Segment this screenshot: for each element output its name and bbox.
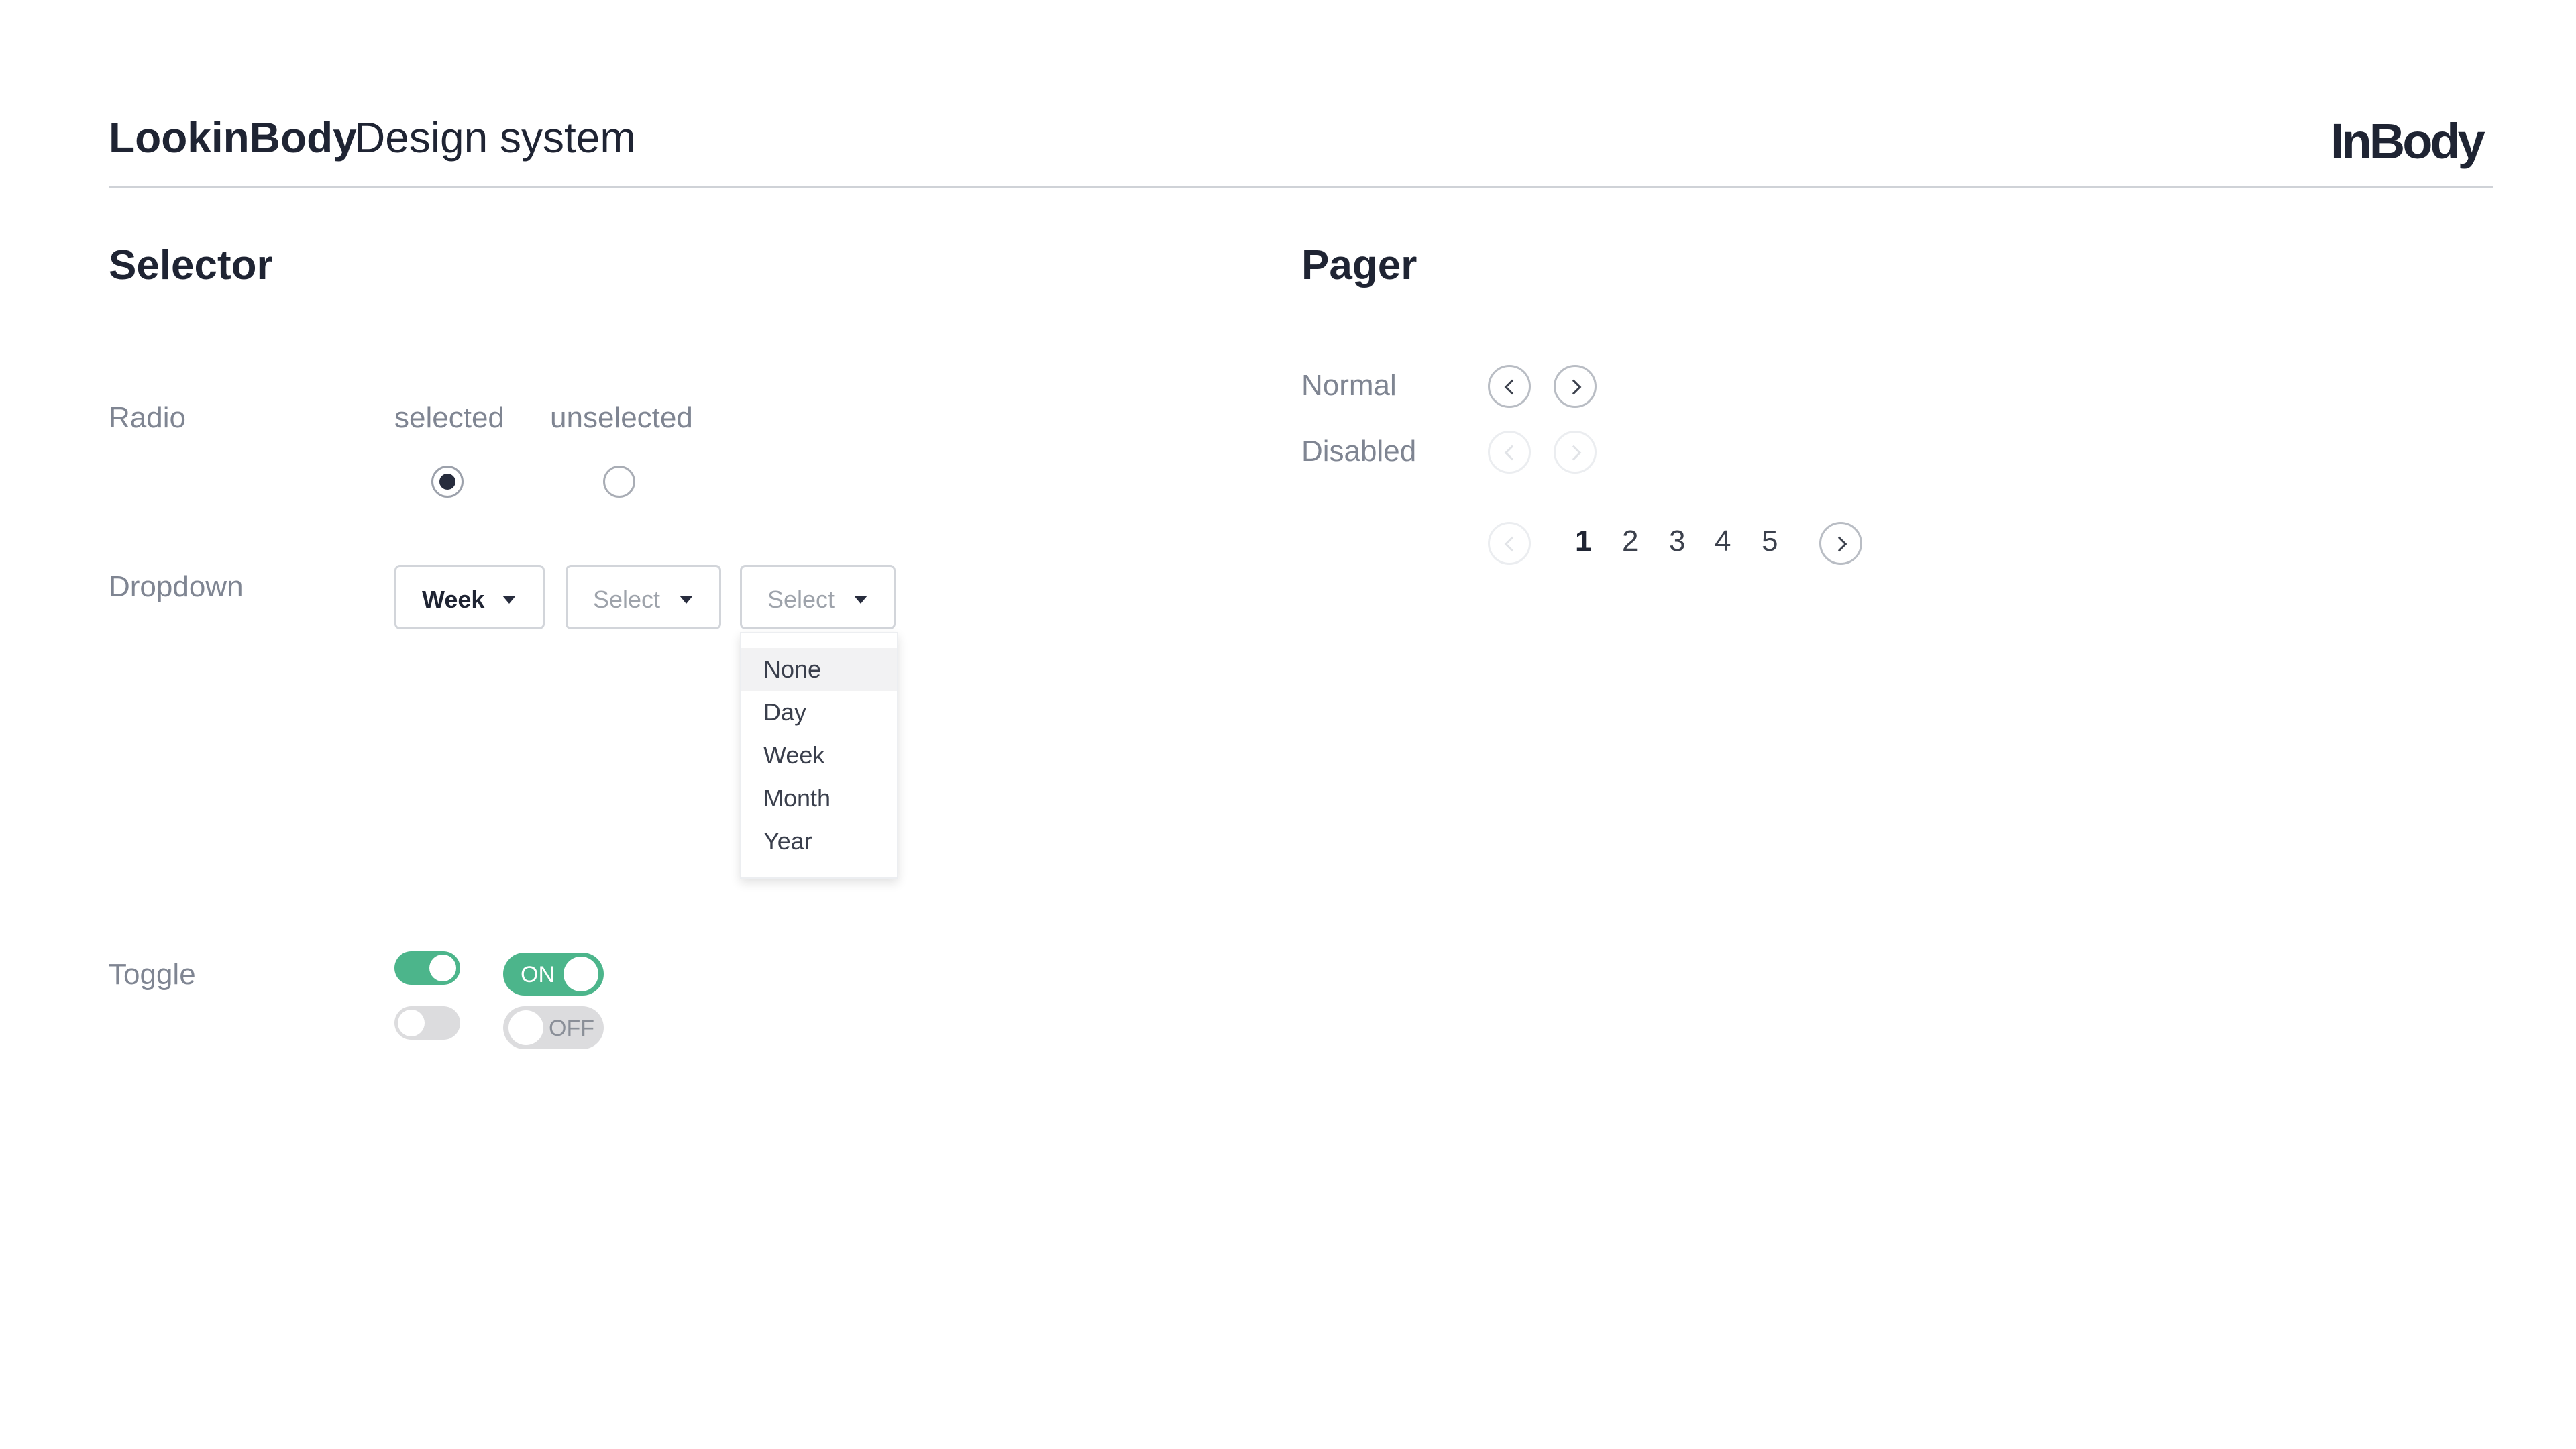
page-number[interactable]: 1 [1575, 525, 1591, 558]
radio-row-label: Radio [109, 401, 186, 434]
radio-unselected[interactable] [603, 466, 635, 498]
chevron-right-icon [1831, 536, 1847, 552]
menu-item-day[interactable]: Day [741, 691, 897, 734]
dropdown-placeholder: Select [593, 586, 661, 613]
toggle-knob [564, 957, 598, 991]
chevron-right-icon [1566, 445, 1582, 461]
toggle-knob [429, 955, 456, 981]
page-number[interactable]: 5 [1762, 525, 1778, 558]
prev-button-disabled [1488, 431, 1531, 474]
chevron-left-icon [1504, 379, 1520, 395]
chevron-left-icon [1504, 536, 1520, 552]
dropdown-select[interactable]: Select [566, 565, 721, 629]
dropdown-value: Week [422, 586, 485, 613]
page-number[interactable]: 4 [1715, 525, 1731, 558]
next-button[interactable] [1554, 365, 1597, 408]
radio-unselected-caption: unselected [550, 401, 693, 434]
dropdown-placeholder: Select [767, 586, 835, 613]
app-title: LookinBody [109, 113, 357, 162]
caret-down-icon [680, 596, 693, 604]
pager-disabled-label: Disabled [1301, 435, 1417, 468]
toggle-on-text: ON [521, 962, 555, 987]
next-button-disabled [1554, 431, 1597, 474]
toggle-large-off[interactable]: OFF [503, 1006, 604, 1049]
menu-item-week[interactable]: Week [741, 734, 897, 777]
chevron-right-icon [1566, 379, 1582, 395]
toggle-row-label: Toggle [109, 958, 196, 991]
pager-section-title: Pager [1301, 242, 1417, 288]
page-number[interactable]: 3 [1669, 525, 1685, 558]
page-subtitle: Design system [354, 113, 636, 162]
menu-item-year[interactable]: Year [741, 820, 897, 863]
chevron-left-icon [1504, 445, 1520, 461]
toggle-off-text: OFF [549, 1016, 594, 1041]
toggle-small-off[interactable] [394, 1006, 460, 1040]
pagination-next-button[interactable] [1819, 522, 1862, 565]
pager-normal-label: Normal [1301, 369, 1397, 402]
toggle-knob [398, 1010, 425, 1036]
menu-item-month[interactable]: Month [741, 777, 897, 820]
dropdown-menu: None Day Week Month Year [740, 632, 898, 879]
radio-selected-caption: selected [394, 401, 504, 434]
pagination-prev-button [1488, 522, 1531, 565]
toggle-small-on[interactable] [394, 951, 460, 985]
page-number[interactable]: 2 [1622, 525, 1638, 558]
inbody-logo: InBody [2330, 113, 2485, 169]
toggle-knob [508, 1010, 543, 1045]
dropdown-select-open[interactable]: Select [740, 565, 896, 629]
selector-section-title: Selector [109, 242, 273, 288]
menu-item-none[interactable]: None [741, 648, 897, 691]
dropdown-week[interactable]: Week [394, 565, 545, 629]
dropdown-row-label: Dropdown [109, 570, 244, 603]
prev-button[interactable] [1488, 365, 1531, 408]
header-divider [109, 186, 2493, 188]
radio-selected[interactable] [431, 466, 464, 498]
caret-down-icon [854, 596, 867, 604]
caret-down-icon [502, 596, 516, 604]
toggle-large-on[interactable]: ON [503, 953, 604, 996]
